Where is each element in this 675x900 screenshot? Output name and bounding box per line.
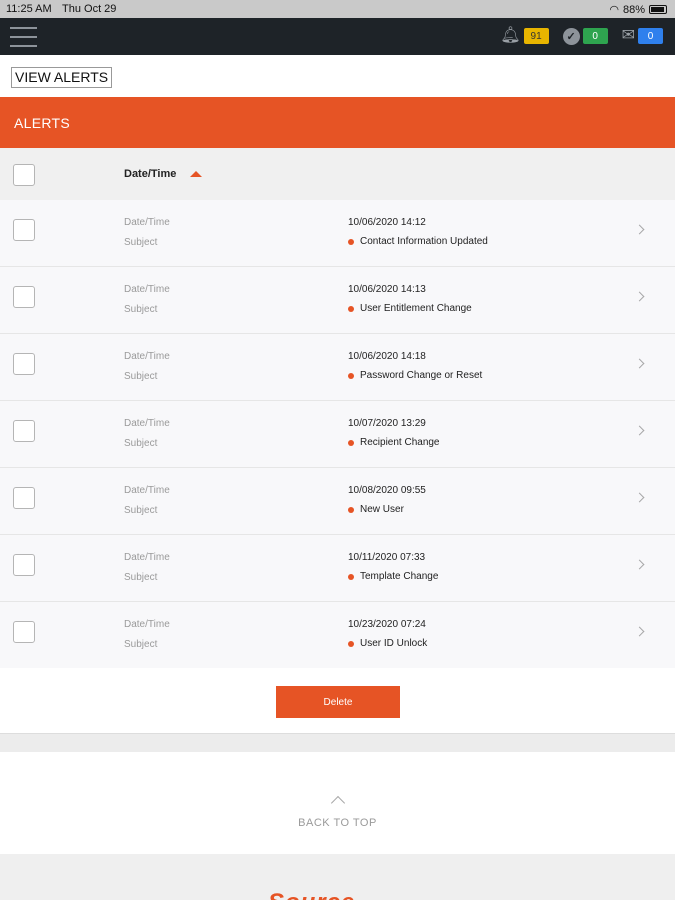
alert-subject: User ID Unlock [348, 638, 427, 649]
table-row[interactable]: Date/Time Subject 10/23/2020 07:24 User … [0, 602, 675, 669]
section-title: ALERTS [14, 115, 71, 131]
notifications-button[interactable]: 🔔︎ 91 [500, 27, 549, 45]
sort-ascending-icon[interactable] [190, 171, 202, 177]
unread-dot-icon [348, 439, 354, 446]
view-alerts-breadcrumb[interactable]: VIEW ALERTS [11, 67, 113, 88]
alert-date: 10/23/2020 07:24 [348, 619, 426, 630]
alert-date: 10/06/2020 14:12 [348, 217, 426, 228]
row-checkbox[interactable] [13, 219, 35, 241]
row-checkbox[interactable] [13, 621, 35, 643]
date-label: Date/Time [124, 619, 170, 630]
table-row[interactable]: Date/Time Subject 10/08/2020 09:55 New U… [0, 468, 675, 535]
bell-icon: 🔔︎ [500, 27, 521, 44]
wifi-icon: ◠ [609, 4, 619, 16]
datetime-column-header[interactable]: Date/Time [124, 168, 176, 180]
alert-date: 10/11/2020 07:33 [348, 552, 426, 563]
status-bar: 11:25 AM Thu Oct 29 ◠ 88% [0, 0, 675, 18]
alert-subject-text: Password Change or Reset [360, 370, 483, 381]
status-right: ◠ 88% [609, 3, 667, 16]
unread-dot-icon [348, 573, 354, 580]
chevron-right-icon[interactable] [634, 626, 645, 637]
alert-subject: Contact Information Updated [348, 236, 488, 247]
alert-subject-text: Contact Information Updated [360, 236, 488, 247]
alert-date: 10/08/2020 09:55 [348, 485, 426, 496]
alert-date: 10/06/2020 14:13 [348, 284, 426, 295]
delete-button[interactable]: Delete [276, 686, 400, 718]
date-label: Date/Time [124, 485, 170, 496]
alerts-list: Date/Time Subject 10/06/2020 14:12 Conta… [0, 200, 675, 669]
table-row[interactable]: Date/Time Subject 10/06/2020 14:12 Conta… [0, 200, 675, 267]
back-to-top-link[interactable]: BACK TO TOP [0, 817, 675, 829]
actions-bar: Delete [0, 668, 675, 734]
back-to-top-section: BACK TO TOP [0, 752, 675, 854]
notifications-badge: 91 [523, 28, 549, 44]
alert-subject: Recipient Change [348, 437, 440, 448]
row-checkbox[interactable] [13, 353, 35, 375]
table-header: Date/Time [0, 148, 675, 200]
row-checkbox[interactable] [13, 554, 35, 576]
row-checkbox[interactable] [13, 420, 35, 442]
envelope-icon: ✉ [621, 27, 635, 44]
chevron-right-icon[interactable] [634, 492, 645, 503]
battery-icon [649, 5, 667, 14]
check-circle-icon: ✓ [562, 27, 580, 45]
unread-dot-icon [348, 305, 354, 312]
navbar-icons: 🔔︎ 91 ✓ 0 ✉ 0 [500, 27, 663, 45]
alert-subject-text: User ID Unlock [360, 638, 428, 649]
select-all-checkbox[interactable] [13, 164, 35, 186]
alert-subject: Password Change or Reset [348, 370, 482, 381]
subject-label: Subject [124, 237, 158, 248]
date-label: Date/Time [124, 217, 170, 228]
tasks-badge: 0 [582, 28, 608, 44]
subject-label: Subject [124, 639, 158, 650]
alert-subject: User Entitlement Change [348, 303, 472, 314]
table-row[interactable]: Date/Time Subject 10/11/2020 07:33 Templ… [0, 535, 675, 602]
alert-subject-text: New User [360, 504, 404, 515]
chevron-right-icon[interactable] [634, 425, 645, 436]
chevron-right-icon[interactable] [634, 358, 645, 369]
messages-badge: 0 [638, 28, 663, 44]
row-checkbox[interactable] [13, 286, 35, 308]
unread-dot-icon [348, 640, 354, 647]
alert-subject-text: Template Change [360, 571, 439, 582]
table-row[interactable]: Date/Time Subject 10/07/2020 13:29 Recip… [0, 401, 675, 468]
chevron-right-icon[interactable] [634, 224, 645, 235]
alert-subject-text: Recipient Change [360, 437, 440, 448]
alerts-section-header: ALERTS [0, 97, 675, 148]
tasks-button[interactable]: ✓ 0 [562, 27, 608, 45]
battery-percent: 88% [622, 3, 645, 16]
status-time: 11:25 AM [6, 3, 52, 15]
subject-label: Subject [124, 505, 158, 516]
section-divider [0, 734, 675, 752]
subject-label: Subject [124, 371, 158, 382]
footer: Source [0, 854, 675, 900]
alert-date: 10/06/2020 14:18 [348, 351, 426, 362]
alert-subject: Template Change [348, 571, 438, 582]
unread-dot-icon [348, 372, 354, 379]
subject-label: Subject [124, 438, 158, 449]
unread-dot-icon [348, 238, 354, 245]
messages-button[interactable]: ✉ 0 [622, 27, 663, 45]
alert-subject-text: User Entitlement Change [360, 303, 472, 314]
table-row[interactable]: Date/Time Subject 10/06/2020 14:13 User … [0, 267, 675, 334]
footer-logo: Source [268, 889, 355, 900]
alert-subject: New User [348, 504, 404, 515]
date-label: Date/Time [124, 418, 170, 429]
subject-label: Subject [124, 572, 158, 583]
menu-icon[interactable] [10, 27, 37, 47]
alert-date: 10/07/2020 13:29 [348, 418, 426, 429]
date-label: Date/Time [124, 351, 170, 362]
status-date: Thu Oct 29 [62, 3, 117, 15]
subject-label: Subject [124, 304, 158, 315]
chevron-right-icon[interactable] [634, 559, 645, 570]
date-label: Date/Time [124, 552, 170, 563]
date-label: Date/Time [124, 284, 170, 295]
chevron-up-icon[interactable] [330, 795, 346, 811]
chevron-right-icon[interactable] [634, 291, 645, 302]
row-checkbox[interactable] [13, 487, 35, 509]
top-navbar: 🔔︎ 91 ✓ 0 ✉ 0 [0, 18, 675, 55]
unread-dot-icon [348, 506, 354, 513]
table-row[interactable]: Date/Time Subject 10/06/2020 14:18 Passw… [0, 334, 675, 401]
